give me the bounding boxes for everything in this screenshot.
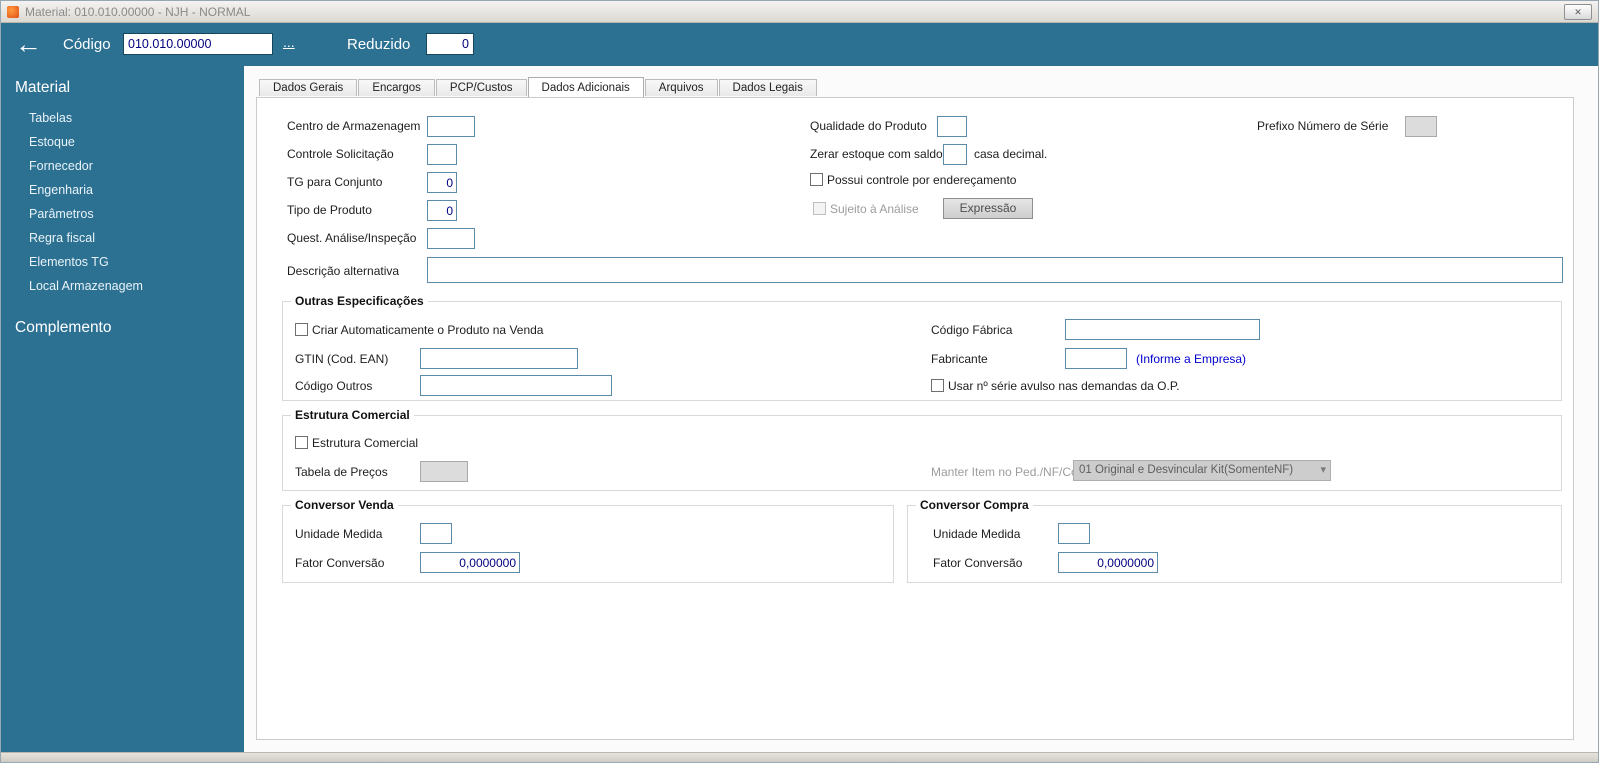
sidebar-item-parametros[interactable]: Parâmetros	[1, 202, 244, 226]
group-estrutura-comercial: Estrutura Comercial Estrutura Comercial …	[282, 408, 1562, 491]
zerar-estoque-label: Zerar estoque com saldo na	[810, 147, 960, 161]
venda-fator-input[interactable]	[420, 552, 520, 573]
sujeito-analise-checkbox	[813, 202, 826, 215]
codigo-lookup-button[interactable]: ...	[283, 34, 295, 50]
tab-dados-adicionais[interactable]: Dados Adicionais	[527, 77, 644, 97]
sidebar-item-local-armazenagem[interactable]: Local Armazenagem	[1, 274, 244, 298]
tab-dados-legais[interactable]: Dados Legais	[718, 79, 817, 96]
tipo-produto-label: Tipo de Produto	[287, 203, 372, 217]
fabricante-label: Fabricante	[931, 352, 988, 366]
compra-unidade-input[interactable]	[1058, 523, 1090, 544]
tabela-precos-label: Tabela de Preços	[295, 465, 388, 479]
window-title: Material: 010.010.00000 - NJH - NORMAL	[25, 4, 251, 19]
sujeito-analise-label: Sujeito à Análise	[830, 202, 919, 216]
descricao-alternativa-input[interactable]	[427, 257, 1563, 283]
controle-solicitacao-label: Controle Solicitação	[287, 147, 394, 161]
group-outras-especificacoes: Outras Especificações Criar Automaticame…	[282, 294, 1562, 401]
tab-strip: Dados Gerais Encargos PCP/Custos Dados A…	[259, 77, 818, 97]
descricao-alternativa-label: Descrição alternativa	[287, 264, 400, 278]
qualidade-produto-input[interactable]	[937, 116, 967, 137]
chevron-down-icon: ▾	[1320, 464, 1326, 476]
manter-item-value: 01 Original e Desvincular Kit(SomenteNF)	[1079, 464, 1294, 476]
tab-pcp-custos[interactable]: PCP/Custos	[435, 79, 527, 96]
tab-encargos[interactable]: Encargos	[358, 79, 435, 96]
record-header: ← Código ... Reduzido	[1, 23, 1598, 66]
gtin-input[interactable]	[420, 348, 578, 369]
codigo-outros-input[interactable]	[420, 375, 612, 396]
sidebar: Material Tabelas Estoque Fornecedor Enge…	[1, 66, 244, 752]
estrutura-comercial-label: Estrutura Comercial	[312, 436, 419, 450]
venda-unidade-label: Unidade Medida	[295, 527, 383, 541]
zerar-estoque-suffix: casa decimal.	[974, 147, 1048, 161]
sidebar-item-estoque[interactable]: Estoque	[1, 130, 244, 154]
possui-controle-checkbox[interactable]	[810, 173, 823, 186]
sidebar-item-engenharia[interactable]: Engenharia	[1, 178, 244, 202]
codigo-fabrica-input[interactable]	[1065, 319, 1260, 340]
venda-unidade-input[interactable]	[420, 523, 452, 544]
manter-item-select: 01 Original e Desvincular Kit(SomenteNF)…	[1073, 460, 1331, 481]
content-area: Dados Gerais Encargos PCP/Custos Dados A…	[244, 66, 1598, 752]
sidebar-item-fornecedor[interactable]: Fornecedor	[1, 154, 244, 178]
back-icon[interactable]: ←	[15, 27, 42, 61]
sidebar-item-tabelas[interactable]: Tabelas	[1, 106, 244, 130]
quest-analise-label: Quest. Análise/Inspeção	[287, 231, 417, 245]
gtin-label: GTIN (Cod. EAN)	[295, 352, 389, 366]
tg-conjunto-input[interactable]	[427, 172, 457, 193]
title-bar: Material: 010.010.00000 - NJH - NORMAL ✕	[1, 1, 1598, 23]
group-estrutura-comercial-title: Estrutura Comercial	[291, 408, 414, 422]
sidebar-section-complemento[interactable]: Complemento	[1, 306, 244, 346]
possui-controle-label: Possui controle por endereçamento	[827, 173, 1017, 187]
qualidade-produto-label: Qualidade do Produto	[810, 119, 927, 133]
prefixo-serie-label: Prefixo Número de Série	[1257, 119, 1389, 133]
centro-armazenagem-label: Centro de Armazenagem	[287, 119, 421, 133]
usar-serie-avulso-checkbox[interactable]	[931, 379, 944, 392]
app-window: Material: 010.010.00000 - NJH - NORMAL ✕…	[0, 0, 1599, 763]
centro-armazenagem-input[interactable]	[427, 116, 475, 137]
app-icon	[7, 5, 19, 18]
codigo-input[interactable]	[123, 33, 273, 55]
group-conversor-venda-title: Conversor Venda	[291, 498, 398, 512]
codigo-fabrica-label: Código Fábrica	[931, 323, 1013, 337]
codigo-label: Código	[63, 36, 111, 53]
expressao-button[interactable]: Expressão	[943, 198, 1033, 219]
informe-empresa-link[interactable]: (Informe a Empresa)	[1136, 352, 1246, 366]
tabela-precos-input	[420, 461, 468, 482]
criar-automaticamente-label: Criar Automaticamente o Produto na Venda	[312, 323, 544, 337]
usar-serie-avulso-label: Usar nº série avulso nas demandas da O.P…	[948, 379, 1180, 393]
compra-fator-label: Fator Conversão	[933, 556, 1023, 570]
group-conversor-compra-title: Conversor Compra	[916, 498, 1033, 512]
codigo-outros-label: Código Outros	[295, 379, 373, 393]
group-conversor-venda: Conversor Venda Unidade Medida Fator Con…	[282, 498, 894, 583]
tg-conjunto-label: TG para Conjunto	[287, 175, 383, 189]
compra-unidade-label: Unidade Medida	[933, 527, 1021, 541]
controle-solicitacao-input[interactable]	[427, 144, 457, 165]
tipo-produto-input[interactable]	[427, 200, 457, 221]
sidebar-section-material: Material	[15, 79, 71, 96]
reduzido-input[interactable]	[426, 33, 474, 55]
window-bottom-frame	[1, 752, 1598, 762]
tab-dados-gerais[interactable]: Dados Gerais	[259, 79, 358, 96]
reduzido-label: Reduzido	[347, 36, 411, 53]
criar-automaticamente-checkbox[interactable]	[295, 323, 308, 336]
group-outras-especificacoes-title: Outras Especificações	[291, 294, 428, 308]
fabricante-input[interactable]	[1065, 348, 1127, 369]
compra-fator-input[interactable]	[1058, 552, 1158, 573]
tab-panel-dados-adicionais: Centro de Armazenagem Controle Solicitaç…	[256, 97, 1574, 740]
prefixo-serie-input	[1405, 116, 1437, 137]
group-conversor-compra: Conversor Compra Unidade Medida Fator Co…	[907, 498, 1562, 583]
estrutura-comercial-checkbox[interactable]	[295, 436, 308, 449]
zerar-estoque-input[interactable]	[943, 144, 967, 165]
sidebar-item-regra-fiscal[interactable]: Regra fiscal	[1, 226, 244, 250]
venda-fator-label: Fator Conversão	[295, 556, 385, 570]
tab-arquivos[interactable]: Arquivos	[644, 79, 718, 96]
sidebar-item-elementos-tg[interactable]: Elementos TG	[1, 250, 244, 274]
close-button[interactable]: ✕	[1564, 4, 1592, 20]
quest-analise-input[interactable]	[427, 228, 475, 249]
